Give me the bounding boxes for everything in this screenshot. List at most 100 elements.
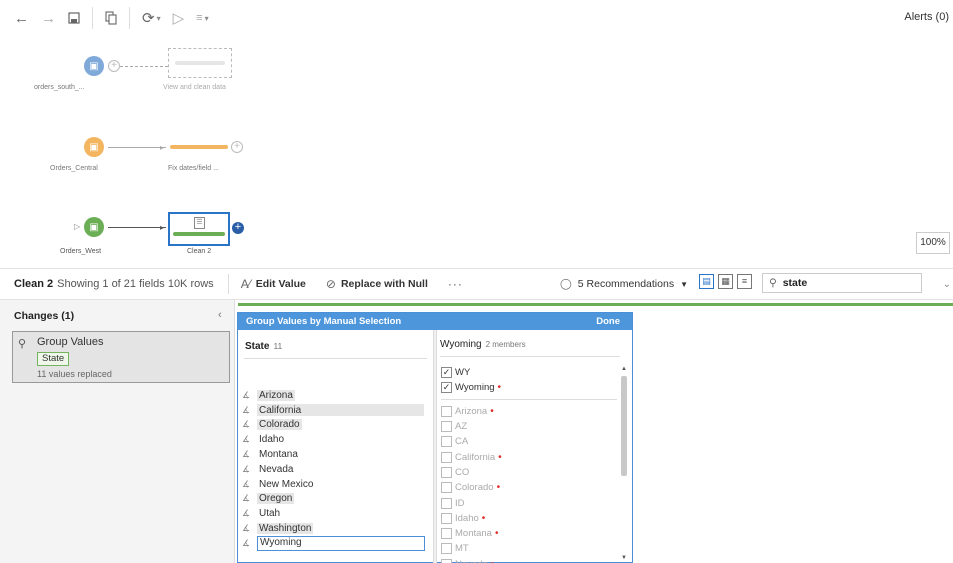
member-checkbox[interactable]: ✓ Wyoming • — [441, 380, 617, 395]
checkbox-icon[interactable] — [441, 421, 452, 433]
list-item[interactable]: ∡ Utah — [242, 506, 428, 521]
flow-connector — [120, 66, 168, 67]
member-checkbox[interactable]: Arizona • — [441, 404, 617, 419]
list-item[interactable]: ∡ Wyoming — [242, 535, 428, 551]
divider — [440, 356, 620, 357]
checked-icon[interactable]: ✓ — [441, 367, 452, 379]
null-icon: ⊘ — [325, 277, 336, 291]
edit-value-button[interactable]: A⁄ Edit Value — [241, 277, 306, 291]
change-card[interactable]: ⚲ Group Values State 11 values replaced — [12, 331, 230, 383]
list-item[interactable]: ∡ Montana — [242, 447, 428, 462]
clean2-step[interactable]: ☰ — [168, 212, 230, 246]
collapse-icon[interactable]: ‹ — [218, 309, 222, 321]
checkbox-icon[interactable] — [441, 558, 452, 563]
input-node-central[interactable]: ▣ — [84, 137, 104, 157]
done-button[interactable]: Done — [596, 316, 620, 327]
unmatched-dot-icon: • — [481, 512, 486, 524]
list-item[interactable]: ∡ California — [242, 403, 428, 418]
field-accent-bar — [238, 303, 953, 306]
change-desc: 11 values replaced — [37, 369, 112, 379]
member-checkbox[interactable]: CO — [441, 465, 617, 480]
profile-view-icon[interactable]: ▤ — [699, 274, 714, 289]
step-placeholder[interactable] — [168, 48, 232, 78]
scroll-thumb[interactable] — [621, 376, 627, 476]
add-step-icon[interactable]: + — [232, 222, 244, 234]
members-column: Wyoming 2 members ✓ WY ✓ Wyoming • Arizona • AZ C… — [437, 330, 633, 563]
list-item[interactable]: ∡ Arizona — [242, 388, 428, 403]
member-label: AZ — [455, 421, 468, 433]
list-view-icon[interactable]: ≡ — [737, 274, 752, 289]
arrow-icon: ▸ — [160, 223, 165, 232]
options-icon[interactable]: ≡ ▾ — [196, 12, 208, 24]
member-checkbox[interactable]: Montana • — [441, 526, 617, 541]
scroll-down-icon[interactable]: ▼ — [620, 555, 628, 561]
member-checkbox[interactable]: MT — [441, 541, 617, 556]
arrow-right-icon[interactable]: → — [41, 10, 56, 27]
checkbox-icon[interactable] — [441, 482, 452, 494]
list-item[interactable]: ∡ Nevada — [242, 462, 428, 477]
run-icon[interactable]: ▷ — [173, 9, 185, 27]
checkbox-icon[interactable] — [441, 512, 452, 524]
checkbox-icon[interactable] — [441, 436, 452, 448]
unmatched-dot-icon: • — [497, 382, 502, 394]
group-values-dialog: Group Values by Manual Selection Done St… — [237, 312, 633, 563]
member-checkbox[interactable]: AZ — [441, 419, 617, 434]
member-checkbox[interactable]: Idaho • — [441, 511, 617, 526]
value-label: Idaho — [259, 434, 285, 446]
list-item[interactable]: ∡ Colorado — [242, 418, 428, 433]
paperclip-icon: ∡ — [242, 478, 251, 489]
node-label: orders_south_... — [34, 84, 85, 91]
list-item[interactable]: ∡ Oregon — [242, 492, 428, 507]
clean-step-bar[interactable] — [170, 145, 228, 149]
member-checkbox[interactable]: Colorado • — [441, 480, 617, 495]
checked-icon[interactable]: ✓ — [441, 382, 452, 394]
grid-view-icon[interactable]: ▦ — [718, 274, 733, 289]
add-step-icon[interactable]: + — [231, 141, 243, 153]
dialog-header: Group Values by Manual Selection Done — [238, 313, 632, 330]
chevron-down-icon[interactable]: ⌄ — [943, 279, 951, 290]
step-label: Fix dates/field ... — [168, 165, 219, 172]
recommendations-button[interactable]: ◯ 5 Recommendations ▼ — [560, 278, 688, 290]
checkbox-icon[interactable] — [441, 466, 452, 478]
save-icon[interactable] — [68, 12, 80, 24]
member-checkbox[interactable]: California • — [441, 449, 617, 464]
output-icon: ▷ — [74, 222, 81, 231]
lightbulb-icon: ◯ — [560, 278, 572, 290]
list-item[interactable]: ∡ New Mexico — [242, 477, 428, 492]
member-checkbox[interactable]: ✓ WY — [441, 365, 617, 380]
more-options-button[interactable]: ··· — [448, 277, 463, 291]
value-label: California — [259, 404, 302, 416]
search-input[interactable] — [782, 277, 903, 289]
zoom-level[interactable]: 100% — [916, 232, 950, 254]
input-node-west[interactable]: ▣ — [84, 217, 104, 237]
member-label: CA — [455, 436, 469, 448]
flow-connector — [108, 147, 166, 148]
member-checkbox[interactable]: Nevada• — [441, 557, 617, 563]
field-info: Showing 1 of 21 fields 10K rows — [57, 278, 214, 290]
member-checkbox[interactable]: ID — [441, 495, 617, 510]
changes-title: Changes (1) — [14, 310, 75, 322]
replace-null-button[interactable]: ⊘ Replace with Null — [326, 277, 428, 291]
checkbox-icon[interactable] — [441, 451, 452, 463]
scrollbar[interactable]: ▲ ▼ — [620, 366, 628, 561]
arrow-left-icon[interactable]: ← — [14, 10, 29, 27]
scroll-up-icon[interactable]: ▲ — [620, 366, 628, 372]
clean-step-bar — [173, 232, 225, 236]
add-step-icon[interactable]: + — [108, 60, 120, 72]
checkbox-icon[interactable] — [441, 497, 452, 509]
checkbox-icon[interactable] — [441, 405, 452, 417]
copy-icon[interactable] — [105, 11, 117, 25]
toolbar-divider — [92, 7, 93, 29]
list-item[interactable]: ∡ Idaho — [242, 432, 428, 447]
input-node-south[interactable]: ▣ — [84, 56, 104, 76]
paperclip-icon: ∡ — [242, 434, 251, 445]
field-search[interactable]: ⚲ — [762, 273, 922, 293]
paperclip-icon: ∡ — [242, 493, 251, 504]
alerts-link[interactable]: Alerts (0) — [904, 11, 949, 23]
list-item[interactable]: ∡ Washington — [242, 521, 428, 536]
member-label: Idaho — [455, 512, 479, 524]
refresh-icon[interactable]: ⟳ ▾ — [142, 9, 161, 27]
member-checkbox[interactable]: CA — [441, 434, 617, 449]
checkbox-icon[interactable] — [441, 543, 452, 555]
checkbox-icon[interactable] — [441, 528, 452, 540]
